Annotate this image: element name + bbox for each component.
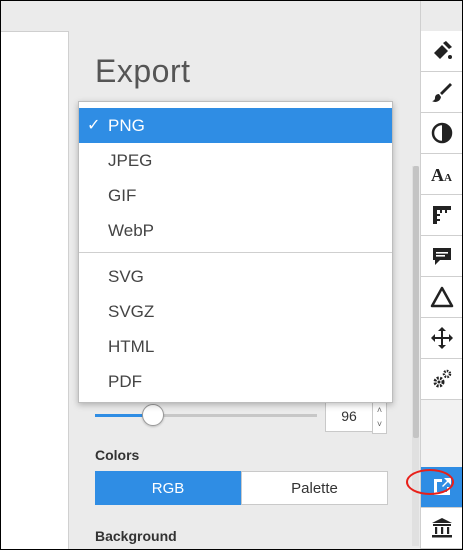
move-icon — [431, 327, 453, 349]
highlight-annotation — [406, 469, 454, 495]
institution-tool-button[interactable] — [421, 508, 462, 549]
contrast-icon — [431, 122, 453, 144]
menu-divider — [79, 252, 392, 253]
comment-icon — [433, 248, 451, 265]
text-size-tool-button[interactable]: AA — [421, 154, 462, 195]
svg-text:A: A — [431, 165, 444, 185]
palette-button[interactable]: Palette — [241, 471, 388, 505]
rgb-button[interactable]: RGB — [95, 471, 241, 505]
format-option-svg[interactable]: SVG — [79, 259, 392, 294]
background-label: Background — [95, 528, 177, 544]
triangle-icon — [430, 286, 454, 308]
contrast-tool-button[interactable] — [421, 113, 462, 154]
page-title: Export — [95, 53, 191, 89]
ruler-tool-button[interactable] — [421, 195, 462, 236]
colors-label: Colors — [95, 447, 140, 463]
check-icon: ✓ — [87, 117, 101, 134]
institution-icon — [432, 518, 452, 538]
quality-stepper[interactable]: ˄ ˅ — [372, 401, 387, 434]
chevron-down-icon[interactable]: ˅ — [373, 418, 386, 430]
format-option-webp[interactable]: WebP — [79, 213, 392, 248]
quality-input[interactable]: 96 — [325, 401, 373, 432]
format-option-html[interactable]: HTML — [79, 329, 392, 364]
app-window: Export 96 ˄ ˅ Colors RGB Palette Backgro… — [0, 0, 463, 550]
toolbar-header — [420, 1, 462, 31]
fill-icon — [434, 41, 452, 59]
brush-tool-button[interactable] — [421, 72, 462, 113]
ruler-icon — [433, 206, 451, 224]
move-tool-button[interactable] — [421, 318, 462, 359]
settings-icon — [433, 369, 452, 388]
settings-tool-button[interactable] — [421, 359, 462, 400]
comment-tool-button[interactable] — [421, 236, 462, 277]
quality-slider-handle[interactable] — [142, 404, 164, 426]
chevron-up-icon[interactable]: ˄ — [373, 404, 386, 416]
format-option-jpeg[interactable]: JPEG — [79, 143, 392, 178]
format-option-svgz[interactable]: SVGZ — [79, 294, 392, 329]
text-size-icon: AA — [431, 165, 452, 185]
svg-text:A: A — [444, 172, 452, 184]
format-option-pdf[interactable]: PDF — [79, 364, 392, 399]
canvas[interactable] — [1, 32, 68, 549]
format-dropdown: ✓ PNG JPEG GIF WebP SVG SVGZ HTML PDF — [78, 101, 393, 403]
fill-tool-button[interactable] — [421, 31, 462, 72]
top-bar — [1, 1, 69, 31]
scrollbar-thumb[interactable] — [413, 166, 419, 438]
brush-icon — [432, 83, 452, 102]
format-option-png[interactable]: ✓ PNG — [79, 108, 392, 143]
format-option-gif[interactable]: GIF — [79, 178, 392, 213]
triangle-tool-button[interactable] — [421, 277, 462, 318]
